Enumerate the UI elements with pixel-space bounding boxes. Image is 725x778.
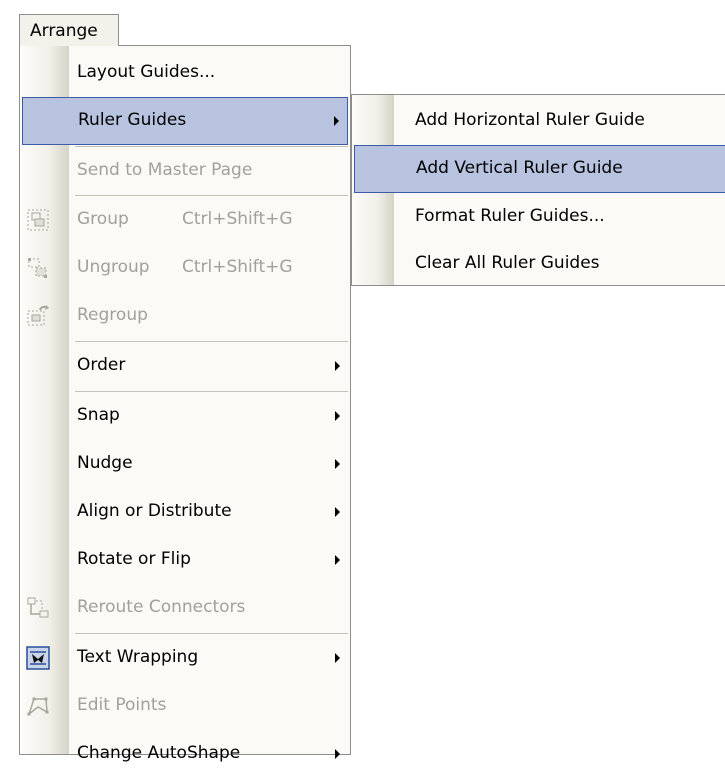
ruler-guides-submenu: Add Horizontal Ruler Guide Add Vertical … [351,94,725,286]
text-wrapping-icon [25,645,51,671]
menu-item-label: Text Wrapping [77,647,199,667]
submenu-item-format-ruler-guides[interactable]: Format Ruler Guides... [352,193,725,241]
menu-item-regroup[interactable]: Regroup [20,292,350,340]
menu-item-label: Layout Guides... [77,62,216,82]
submenu-arrow-icon [335,653,340,663]
menu-item-shortcut: Ctrl+Shift+G [182,257,293,277]
regroup-icon [25,303,51,329]
arrange-menu-label: Arrange [30,21,98,41]
menu-item-ungroup[interactable]: Ungroup Ctrl+Shift+G [20,244,350,292]
edit-points-icon [25,693,51,719]
menu-item-rotate-or-flip[interactable]: Rotate or Flip [20,536,350,584]
menu-item-label: Nudge [77,453,133,473]
menu-item-label: Snap [77,405,120,425]
submenu-arrow-icon [335,555,340,565]
submenu-arrow-icon [335,459,340,469]
group-icon [25,207,51,233]
menu-item-ruler-guides[interactable]: Ruler Guides [22,97,348,145]
menu-item-label: Edit Points [77,695,167,715]
menu-item-label: Regroup [77,305,148,325]
submenu-item-clear-all-ruler-guides[interactable]: Clear All Ruler Guides [352,240,725,288]
submenu-arrow-icon [335,507,340,517]
submenu-item-label: Add Horizontal Ruler Guide [415,110,645,130]
menu-item-reroute-connectors[interactable]: Reroute Connectors [20,584,350,632]
ungroup-icon [25,255,51,281]
submenu-item-label: Clear All Ruler Guides [415,253,600,273]
menu-item-label: Send to Master Page [77,160,253,180]
menu-item-snap[interactable]: Snap [20,392,350,440]
submenu-arrow-icon [335,749,340,759]
menu-item-group[interactable]: Group Ctrl+Shift+G [20,196,350,244]
menu-item-label: Group [77,209,129,229]
submenu-item-label: Add Vertical Ruler Guide [416,158,623,178]
menu-item-label: Ungroup [77,257,150,277]
menu-item-label: Rotate or Flip [77,549,191,569]
menu-item-layout-guides[interactable]: Layout Guides... [20,49,350,97]
menu-item-change-autoshape[interactable]: Change AutoShape [20,730,350,778]
submenu-item-add-horizontal-ruler-guide[interactable]: Add Horizontal Ruler Guide [352,97,725,145]
menu-item-label: Order [77,355,126,375]
menu-item-edit-points[interactable]: Edit Points [20,682,350,730]
reroute-connectors-icon [25,595,51,621]
menu-item-label: Ruler Guides [78,110,187,130]
menu-item-text-wrapping[interactable]: Text Wrapping [20,634,350,682]
submenu-item-add-vertical-ruler-guide[interactable]: Add Vertical Ruler Guide [354,145,725,193]
submenu-item-label: Format Ruler Guides... [415,206,605,226]
submenu-arrow-icon [335,411,340,421]
arrange-menu-tab[interactable]: Arrange [19,14,119,46]
arrange-menu: Layout Guides... Ruler Guides Send to Ma… [19,45,351,763]
menu-item-nudge[interactable]: Nudge [20,440,350,488]
menu-item-align-or-distribute[interactable]: Align or Distribute [20,488,350,536]
submenu-arrow-icon [335,361,340,371]
menu-item-label: Align or Distribute [77,501,232,521]
menu-item-order[interactable]: Order [20,342,350,390]
menu-item-send-to-master-page[interactable]: Send to Master Page [20,147,350,195]
submenu-arrow-icon [334,116,339,126]
menu-item-label: Reroute Connectors [77,597,246,617]
menu-item-shortcut: Ctrl+Shift+G [182,209,293,229]
menu-item-label: Change AutoShape [77,743,241,763]
